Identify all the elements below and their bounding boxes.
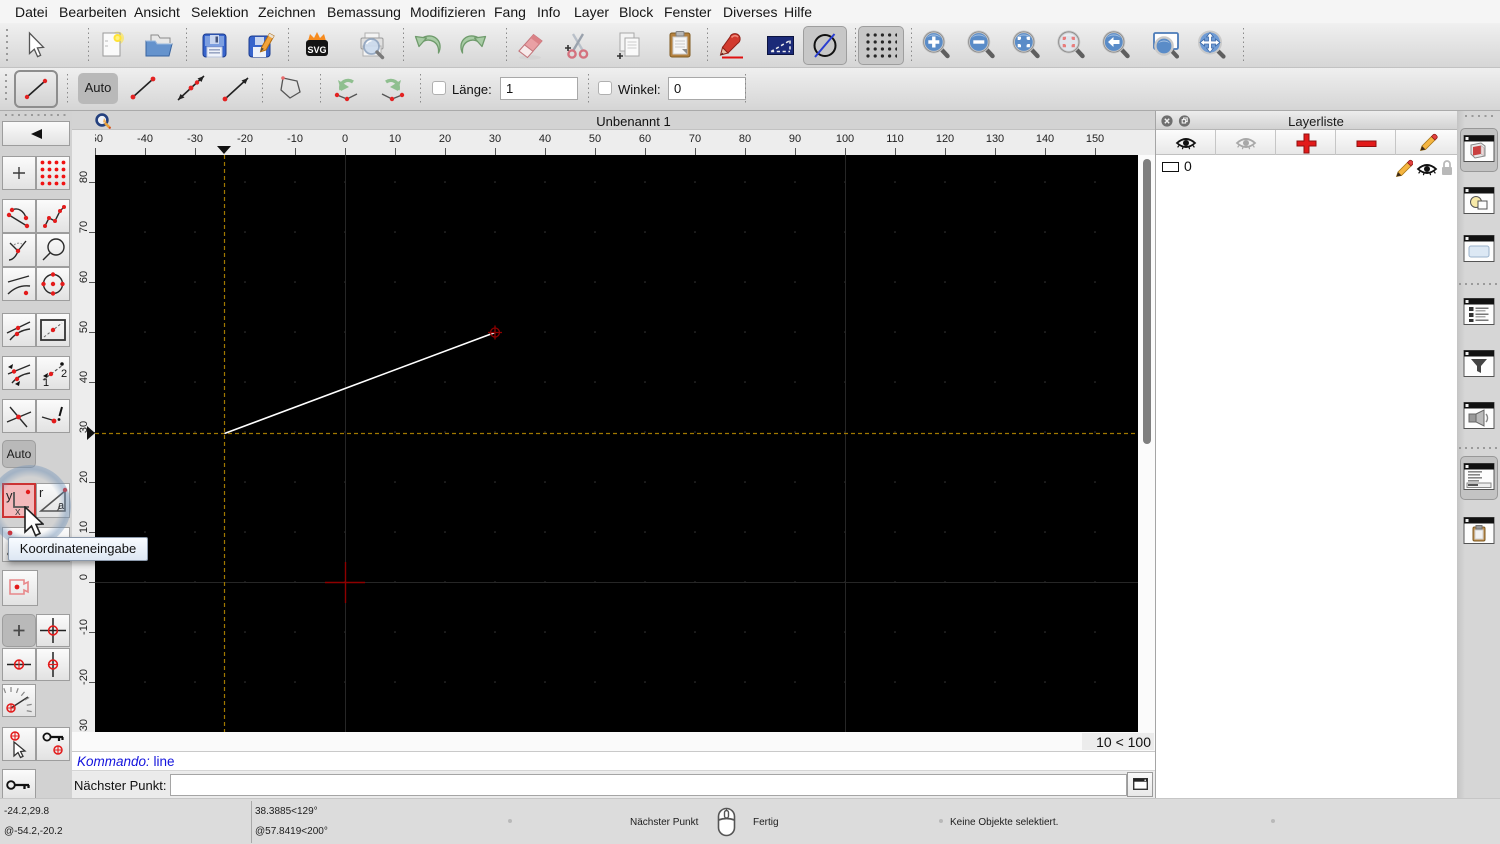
svg-text:1: 1 [43,377,49,389]
svg-text:2: 2 [61,368,67,380]
svg-text:SVG: SVG [307,45,326,55]
